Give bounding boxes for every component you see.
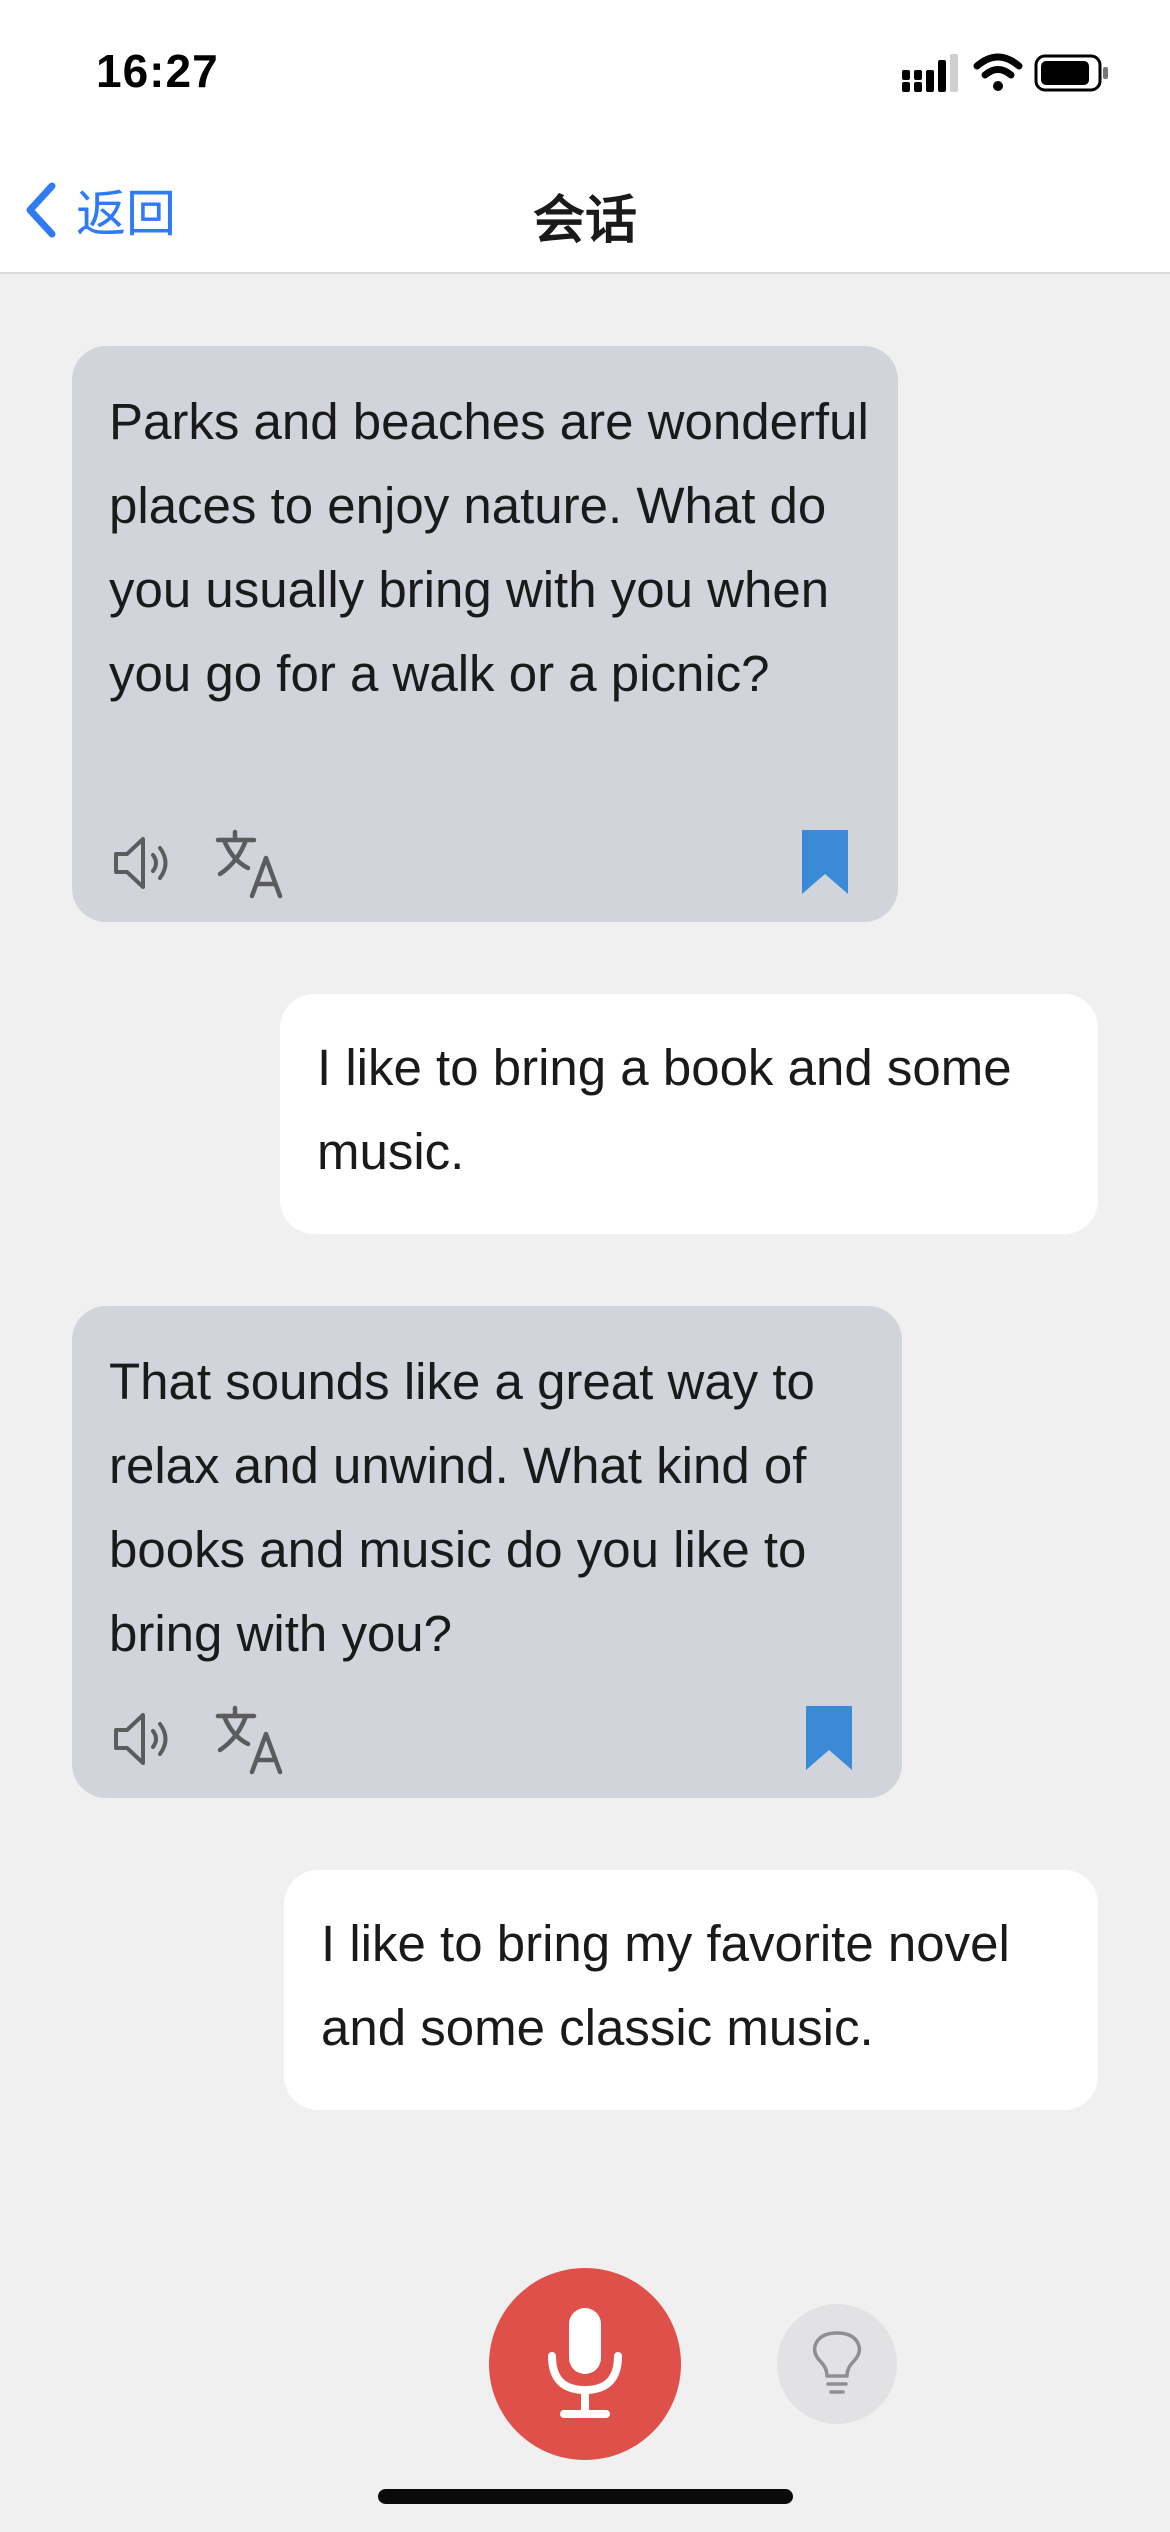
wifi-icon <box>973 53 1023 91</box>
message-actions <box>72 812 898 922</box>
user-message-bubble: I like to bring a book and some music. <box>280 994 1098 1234</box>
microphone-button[interactable] <box>489 2268 681 2460</box>
status-icons <box>902 52 1112 96</box>
message-text: I like to bring my favorite novel and so… <box>321 1915 1010 2056</box>
cellular-signal-icon <box>902 54 958 92</box>
home-indicator <box>378 2489 793 2504</box>
ai-message-bubble: That sounds like a great way to relax an… <box>72 1306 902 1798</box>
microphone-icon <box>548 2308 622 2418</box>
lightbulb-icon <box>812 2331 862 2394</box>
translate-icon[interactable] <box>214 1704 286 1776</box>
message-text: I like to bring a book and some music. <box>317 1039 1012 1180</box>
user-message-bubble: I like to bring my favorite novel and so… <box>284 1870 1098 2110</box>
status-time: 16:27 <box>96 45 219 97</box>
speaker-icon[interactable] <box>110 830 176 896</box>
status-bar: 16:27 <box>0 0 1170 150</box>
speaker-icon[interactable] <box>110 1706 176 1772</box>
navigation-bar: 返回 会话 <box>0 150 1170 274</box>
message-actions <box>72 1688 902 1798</box>
translate-icon[interactable] <box>214 828 286 900</box>
message-text: That sounds like a great way to relax an… <box>109 1353 815 1662</box>
hint-button[interactable] <box>777 2304 897 2424</box>
bookmark-icon[interactable] <box>804 1704 854 1772</box>
page-title: 会话 <box>532 192 637 250</box>
battery-icon <box>1034 54 1108 92</box>
ai-message-bubble: Parks and beaches are wonderful places t… <box>72 346 898 922</box>
bookmark-icon[interactable] <box>800 828 850 896</box>
message-text: Parks and beaches are wonderful places t… <box>109 393 869 702</box>
